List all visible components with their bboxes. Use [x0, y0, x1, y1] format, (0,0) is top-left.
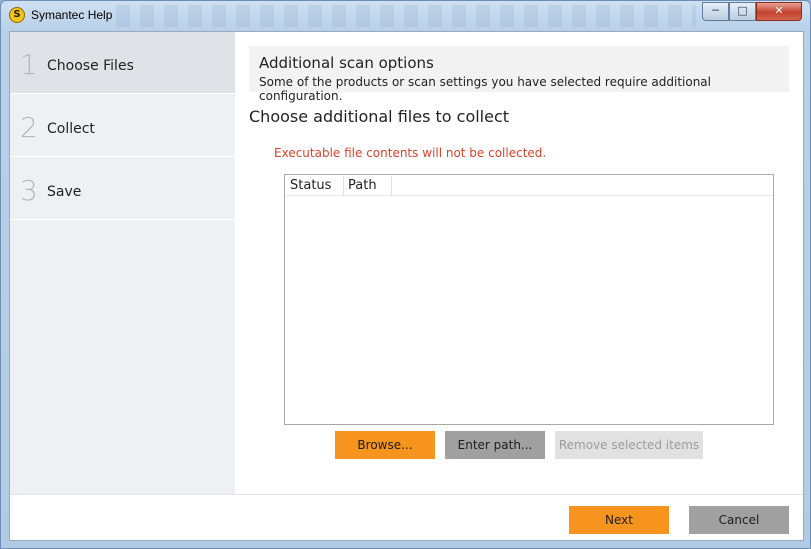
warning-message: Executable file contents will not be col…	[274, 146, 547, 160]
next-button[interactable]: Next	[569, 506, 669, 534]
remove-selected-items-button: Remove selected items	[555, 431, 703, 459]
step-label: Collect	[47, 121, 95, 137]
symantec-logo-icon: S	[9, 7, 25, 23]
step-number: 3	[20, 174, 38, 207]
section-title: Choose additional files to collect	[249, 107, 510, 126]
window-title: Symantec Help	[31, 8, 113, 22]
dialog-client-area: 1 Choose Files 2 Collect 3 Save Addition…	[9, 31, 804, 541]
banner-title: Additional scan options	[259, 54, 434, 72]
dialog-footer: Next Cancel	[10, 494, 803, 540]
step-number: 2	[20, 111, 38, 144]
wizard-steps-sidebar: 1 Choose Files 2 Collect 3 Save	[10, 32, 235, 494]
step-label: Save	[47, 184, 82, 200]
step-choose-files[interactable]: 1 Choose Files	[10, 32, 235, 94]
cancel-button[interactable]: Cancel	[689, 506, 789, 534]
title-bar[interactable]: S Symantec Help ─ □ ✕	[1, 1, 810, 29]
column-header-path[interactable]: Path	[344, 176, 392, 196]
maximize-button[interactable]: □	[729, 2, 756, 21]
browse-button[interactable]: Browse...	[335, 431, 435, 459]
main-panel: Additional scan options Some of the prod…	[235, 32, 803, 494]
background-toolbar-ghost	[116, 5, 696, 27]
step-number: 1	[20, 48, 38, 81]
step-collect[interactable]: 2 Collect	[10, 95, 235, 157]
enter-path-button[interactable]: Enter path...	[445, 431, 545, 459]
minimize-button[interactable]: ─	[702, 2, 729, 21]
app-window: S Symantec Help ─ □ ✕ 1 Choose Files 2 C…	[0, 0, 811, 549]
list-header: Status Path	[286, 176, 772, 196]
info-banner: Additional scan options Some of the prod…	[249, 46, 789, 103]
banner-subtitle: Some of the products or scan settings yo…	[259, 75, 711, 103]
files-list-view[interactable]: Status Path	[284, 174, 774, 425]
step-save[interactable]: 3 Save	[10, 158, 235, 220]
step-label: Choose Files	[47, 58, 134, 74]
column-header-status[interactable]: Status	[286, 176, 344, 196]
close-button[interactable]: ✕	[756, 2, 802, 21]
